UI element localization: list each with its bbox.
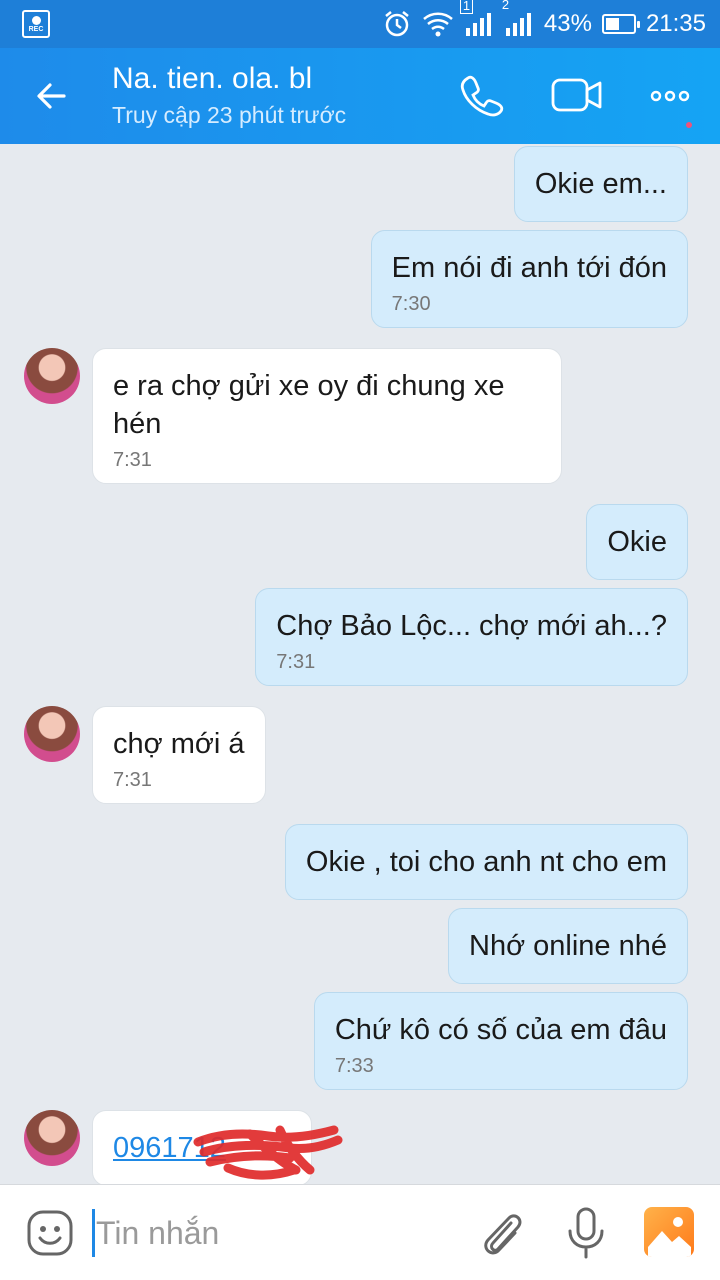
sim1-signal-icon: 1 — [459, 0, 494, 36]
message-text: chợ mới á — [113, 728, 245, 760]
message-time: 7:30 — [391, 293, 431, 315]
video-call-icon[interactable] — [550, 72, 604, 118]
composer-bar: Tin nhắn — [0, 1184, 720, 1280]
last-seen: Truy cập 23 phút trước — [112, 102, 347, 128]
chat-header: Na. tien. ola. bl Truy cập 23 phút trước — [0, 48, 720, 144]
contact-avatar[interactable] — [24, 706, 80, 762]
message-text: Chợ Bảo Lộc... chợ mới ah...? — [276, 610, 667, 642]
message-text: Chứ kô có số của em đâu — [334, 1014, 667, 1046]
message-time: 7:31 — [276, 651, 316, 673]
rec-label: REC — [28, 26, 44, 33]
scribble-redaction — [193, 1125, 343, 1180]
back-arrow-icon[interactable] — [30, 74, 74, 118]
battery-icon — [601, 14, 640, 34]
more-options-icon[interactable] — [648, 82, 692, 110]
message-time: 7:31 — [113, 449, 152, 471]
contact-avatar[interactable] — [24, 348, 80, 404]
outgoing-message[interactable]: Nhớ online nhé — [448, 908, 688, 984]
outgoing-message[interactable]: Okie em... — [513, 146, 688, 222]
sim1-label: 1 — [459, 0, 474, 14]
status-bar: REC 1 2 43% 21:35 — [0, 0, 720, 48]
outgoing-message[interactable]: Chợ Bảo Lộc... chợ mới ah...? 7:31 — [255, 588, 688, 686]
microphone-icon[interactable] — [566, 1205, 606, 1261]
outgoing-message[interactable]: Em nói đi anh tới đón 7:30 — [370, 230, 688, 328]
message-time: 7:33 — [334, 1055, 374, 1077]
outgoing-message[interactable]: Okie — [586, 504, 688, 580]
sim2-label: 2 — [501, 0, 510, 12]
outgoing-message[interactable]: Okie , toi cho anh nt cho em — [284, 824, 688, 900]
phone-call-icon[interactable] — [458, 72, 504, 118]
message-text: Okie , toi cho anh nt cho em — [305, 846, 667, 878]
message-text: Okie — [607, 526, 667, 558]
contact-name[interactable]: Na. tien. ola. bl — [112, 62, 312, 96]
notification-dot — [686, 122, 692, 128]
outgoing-message[interactable]: Chứ kô có số của em đâu 7:33 — [313, 992, 688, 1090]
clock: 21:35 — [645, 10, 706, 37]
sim2-signal-icon: 2 — [502, 0, 534, 36]
alarm-icon — [385, 11, 409, 37]
contact-avatar[interactable] — [24, 1110, 80, 1166]
message-text: Okie em... — [534, 168, 667, 200]
message-list[interactable]: Okie em... Em nói đi anh tới đón 7:30 e … — [0, 144, 720, 1184]
text-caret — [92, 1209, 95, 1257]
photo-gallery-icon[interactable] — [644, 1207, 694, 1257]
message-text: Em nói đi anh tới đón — [391, 252, 667, 284]
attachment-icon[interactable] — [478, 1205, 524, 1261]
message-time: 7:31 — [113, 769, 152, 791]
message-text: Nhớ online nhé — [469, 930, 667, 962]
incoming-message[interactable]: chợ mới á 7:31 — [92, 706, 266, 804]
wifi-icon — [423, 12, 453, 37]
screen-record-icon: REC — [22, 10, 50, 38]
message-text: e ra chợ gửi xe oy đi chung xe hén — [113, 370, 505, 440]
message-input[interactable]: Tin nhắn — [96, 1215, 219, 1252]
incoming-message[interactable]: e ra chợ gửi xe oy đi chung xe hén 7:31 — [92, 348, 562, 484]
battery-percent: 43% — [543, 10, 592, 37]
emoji-icon[interactable] — [26, 1209, 74, 1257]
